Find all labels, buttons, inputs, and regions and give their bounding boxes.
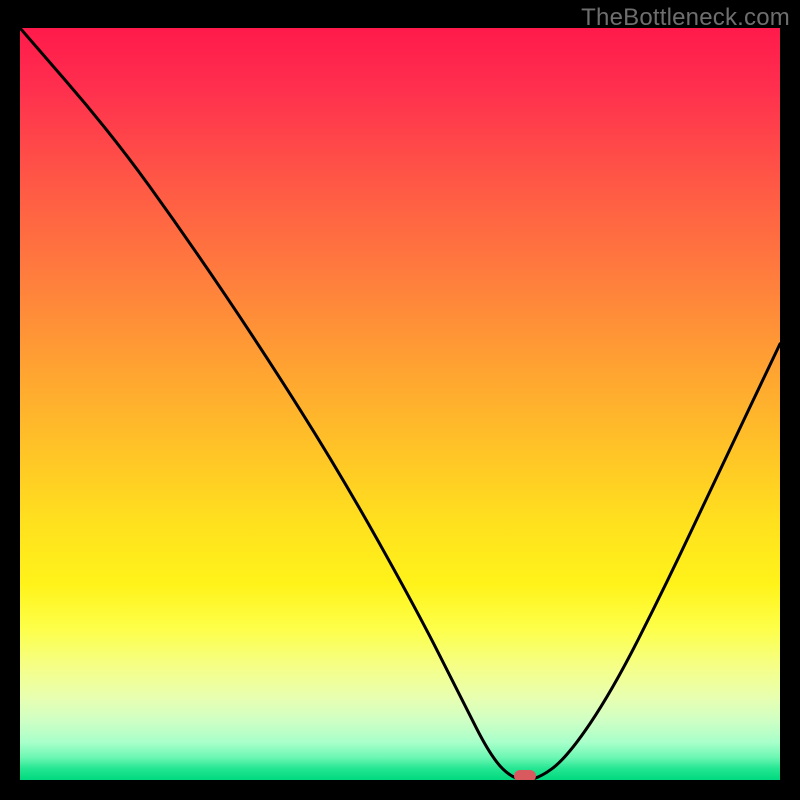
bottleneck-curve — [20, 28, 780, 780]
chart-frame: TheBottleneck.com — [0, 0, 800, 800]
optimal-point-marker — [514, 770, 536, 780]
curve-path — [20, 28, 780, 780]
plot-area — [20, 28, 780, 780]
watermark-text: TheBottleneck.com — [581, 4, 790, 32]
